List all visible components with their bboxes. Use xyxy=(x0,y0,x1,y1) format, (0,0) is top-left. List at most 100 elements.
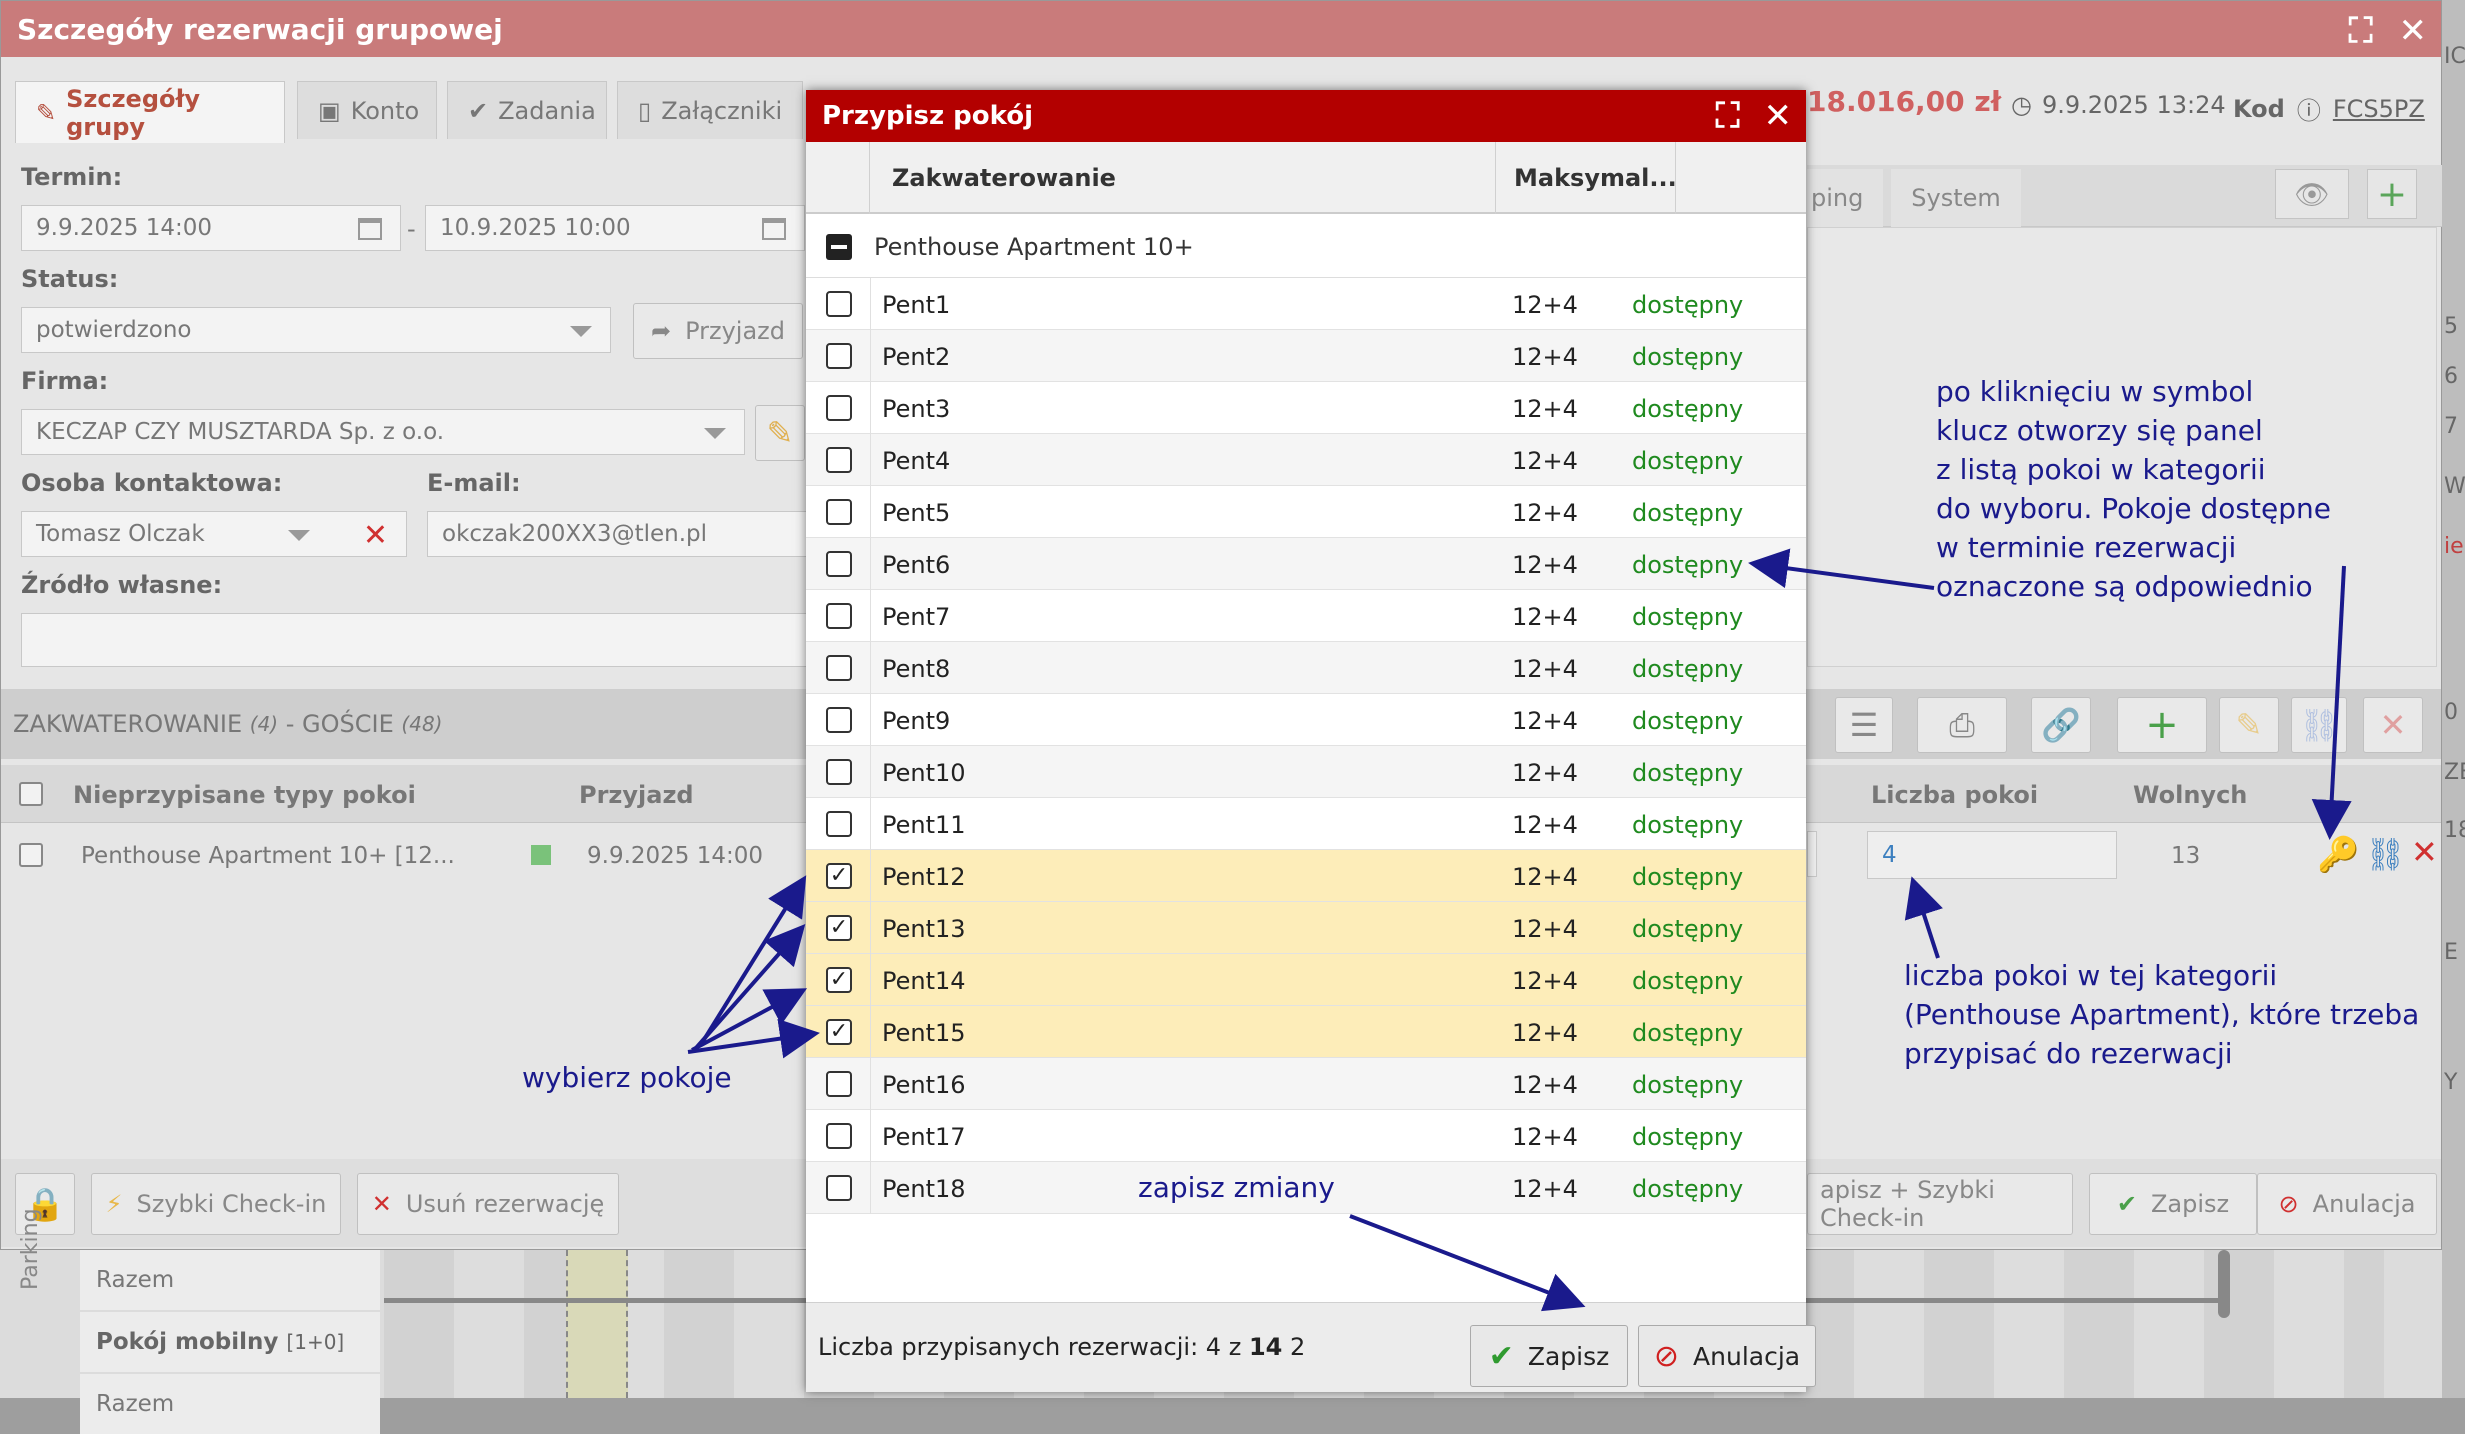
col-select xyxy=(806,142,870,214)
checked-checkbox[interactable]: ✓ xyxy=(826,863,852,889)
add-accommodation-button[interactable]: + xyxy=(2117,697,2207,753)
room-checkbox[interactable] xyxy=(826,1123,852,1149)
delete-button[interactable]: ✕ xyxy=(2363,697,2423,753)
tab-shipping[interactable]: ping xyxy=(1807,169,1883,227)
room-row[interactable]: Pent9 12+4 dostępny xyxy=(806,694,1806,746)
room-row[interactable]: Pent8 12+4 dostępny xyxy=(806,642,1806,694)
save-button[interactable]: ✔ Zapisz xyxy=(2089,1173,2257,1235)
date-to-input[interactable]: 10.9.2025 10:00 xyxy=(425,205,805,251)
dialog-header: Przypisz pokój ⛶ ✕ xyxy=(806,90,1806,142)
tab-tasks[interactable]: ✔ Zadania xyxy=(447,81,607,139)
company-select[interactable]: KECZAP CZY MUSZTARDA Sp. z o.o. xyxy=(21,409,745,455)
room-row[interactable]: Pent2 12+4 dostępny xyxy=(806,330,1806,382)
unlink-icon[interactable]: ⛓ xyxy=(2365,835,2406,873)
room-row[interactable]: ✓ Pent13 12+4 dostępny xyxy=(806,902,1806,954)
info-icon[interactable]: ⓘ xyxy=(2297,91,2321,126)
room-row[interactable]: Pent4 12+4 dostępny xyxy=(806,434,1806,486)
row-checkbox[interactable] xyxy=(19,843,43,867)
close-icon[interactable]: ✕ xyxy=(1764,96,1793,136)
date-from-input[interactable]: 9.9.2025 14:00 xyxy=(21,205,401,251)
delete-row-icon[interactable]: ✕ xyxy=(2411,833,2438,871)
dialog-save-button[interactable]: ✔ Zapisz xyxy=(1470,1325,1628,1387)
room-checkbox[interactable] xyxy=(826,1175,852,1201)
link-button[interactable]: 🔗 xyxy=(2031,697,2091,753)
room-row[interactable]: Pent16 12+4 dostępny xyxy=(806,1058,1806,1110)
email-input[interactable]: okczak200XX3@tlen.pl xyxy=(427,511,807,557)
room-row[interactable]: Pent17 12+4 dostępny xyxy=(806,1110,1806,1162)
calendar-icon[interactable] xyxy=(762,218,786,240)
room-group-row[interactable]: Penthouse Apartment 10+ xyxy=(806,216,1806,278)
strip-glyph: ZE xyxy=(2444,760,2465,785)
checked-checkbox[interactable]: ✓ xyxy=(826,915,852,941)
save-quick-checkin-button[interactable]: apisz + Szybki Check-in xyxy=(1807,1173,2073,1235)
delete-reservation-button[interactable]: ✕ Usuń rezerwację xyxy=(357,1173,619,1235)
room-row[interactable]: Pent1 12+4 dostępny xyxy=(806,278,1806,330)
annotation-save-note: zapisz zmiany xyxy=(1138,1171,1335,1204)
checked-checkbox[interactable]: ✓ xyxy=(826,967,852,993)
close-icon: ✕ xyxy=(2379,706,2407,744)
status-select[interactable]: potwierdzono xyxy=(21,307,611,353)
tab-system[interactable]: System xyxy=(1891,169,2021,227)
room-status: dostępny xyxy=(1632,447,1744,475)
row-divider xyxy=(870,1162,871,1214)
room-row[interactable]: ✓ Pent15 12+4 dostępny xyxy=(806,1006,1806,1058)
close-icon[interactable]: ✕ xyxy=(2399,11,2428,51)
room-row[interactable]: ✓ Pent12 12+4 dostępny xyxy=(806,850,1806,902)
window-title: Szczegóły rezerwacji grupowej xyxy=(17,12,503,46)
room-row[interactable]: Pent11 12+4 dostępny xyxy=(806,798,1806,850)
room-row[interactable]: ✓ Pent14 12+4 dostępny xyxy=(806,954,1806,1006)
room-checkbox[interactable] xyxy=(826,707,852,733)
select-all-checkbox[interactable] xyxy=(19,782,43,806)
tab-account[interactable]: ▣ Konto xyxy=(297,81,437,139)
room-checkbox[interactable] xyxy=(826,291,852,317)
contact-label: Osoba kontaktowa: xyxy=(21,469,283,497)
collapse-icon[interactable] xyxy=(826,234,852,260)
list-view-button[interactable]: ☰ xyxy=(1835,697,1893,753)
dialog-cancel-button[interactable]: ⊘ Anulacja xyxy=(1638,1325,1816,1387)
visibility-dropdown[interactable]: 👁 xyxy=(2275,169,2349,219)
code-value[interactable]: FCS5PZ xyxy=(2333,95,2425,123)
edit-button[interactable]: ✎ xyxy=(2219,697,2279,753)
room-row[interactable]: Pent6 12+4 dostępny xyxy=(806,538,1806,590)
room-row[interactable]: Pent5 12+4 dostępny xyxy=(806,486,1806,538)
room-checkbox[interactable] xyxy=(826,395,852,421)
room-checkbox[interactable] xyxy=(826,551,852,577)
tab-attachments[interactable]: ▯ Załączniki xyxy=(617,81,803,139)
room-status: dostępny xyxy=(1632,343,1744,371)
arrival-button[interactable]: ➦ Przyjazd xyxy=(633,303,803,359)
checked-checkbox[interactable]: ✓ xyxy=(826,1019,852,1045)
room-row[interactable]: Pent7 12+4 dostępny xyxy=(806,590,1806,642)
room-checkbox[interactable] xyxy=(826,655,852,681)
room-checkbox[interactable] xyxy=(826,499,852,525)
room-checkbox[interactable] xyxy=(826,447,852,473)
clear-icon[interactable]: ✕ xyxy=(363,518,388,553)
room-checkbox[interactable] xyxy=(826,811,852,837)
room-checkbox[interactable] xyxy=(826,759,852,785)
source-input[interactable] xyxy=(21,613,807,667)
maximize-icon[interactable]: ⛶ xyxy=(2349,11,2373,51)
timestamp: ◷ 9.9.2025 13:24 xyxy=(2011,91,2226,119)
cancel-button[interactable]: ⊘ Anulacja xyxy=(2257,1173,2437,1235)
room-checkbox[interactable] xyxy=(826,1071,852,1097)
calendar-icon[interactable] xyxy=(358,218,382,240)
right-edge-strip: IC 5 6 7 W ie 0 ZE 18 E Y xyxy=(2442,0,2465,1398)
room-checkbox[interactable] xyxy=(826,343,852,369)
add-button[interactable]: + xyxy=(2367,169,2417,219)
print-button[interactable]: ⎙ xyxy=(1917,697,2007,753)
printer-icon: ⎙ xyxy=(1949,705,1975,744)
room-row[interactable]: Pent3 12+4 dostępny xyxy=(806,382,1806,434)
key-icon[interactable]: 🔑 xyxy=(2317,835,2359,875)
room-checkbox[interactable] xyxy=(826,603,852,629)
room-status: dostępny xyxy=(1632,811,1744,839)
col-max-occupancy[interactable]: Maksymal... xyxy=(1496,142,1677,214)
col-accommodation[interactable]: Zakwaterowanie xyxy=(870,142,1496,214)
quick-checkin-button[interactable]: ⚡ Szybki Check-in xyxy=(91,1173,341,1235)
scrollbar-thumb[interactable] xyxy=(2218,1250,2230,1318)
tab-group-details[interactable]: ✎ Szczegóły grupy xyxy=(15,81,285,143)
room-count-input[interactable]: 4 xyxy=(1867,831,2117,879)
contact-select[interactable]: Tomasz Olczak ✕ xyxy=(21,511,407,557)
room-row[interactable]: Pent10 12+4 dostępny xyxy=(806,746,1806,798)
maximize-icon[interactable]: ⛶ xyxy=(1716,96,1740,136)
unlink-button[interactable]: ⛓ xyxy=(2291,697,2347,753)
edit-company-button[interactable]: ✎ xyxy=(755,405,805,461)
